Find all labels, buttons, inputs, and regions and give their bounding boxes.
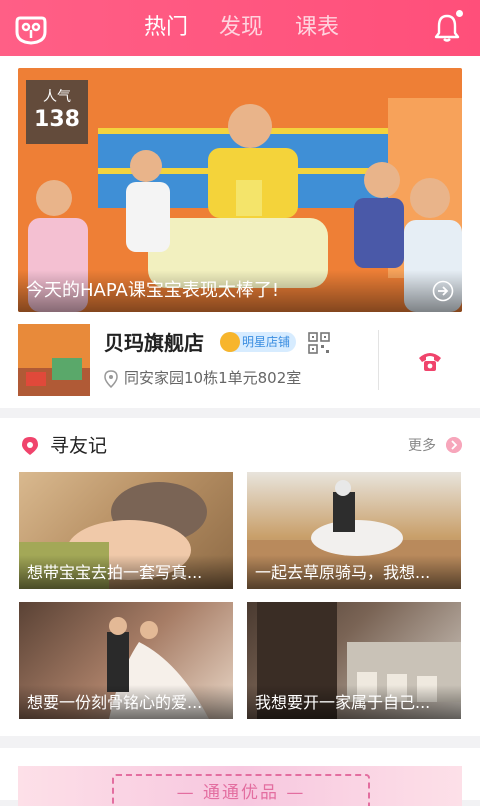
banner-caption: 今天的HAPA课宝宝表现太棒了!	[26, 280, 280, 301]
promo-banner[interactable]: — 通通优品 —	[18, 766, 462, 806]
friend-post-card[interactable]: 我想要开一家属于自己...	[247, 602, 461, 719]
store-address: 同安家园10栋1单元802室	[124, 369, 302, 387]
divider	[378, 330, 379, 390]
popularity-label: 人气	[43, 89, 71, 105]
friends-section: 寻友记 更多 想带宝宝去拍一套写真... 一起去草原骑马，我想... 想要一份刻…	[0, 418, 480, 736]
notification-dot	[456, 10, 463, 17]
more-link[interactable]: 更多	[408, 436, 436, 456]
post-caption: 我想要开一家属于自己...	[255, 693, 431, 712]
phone-icon[interactable]	[416, 348, 444, 374]
promo-section: — 通通优品 —	[0, 748, 480, 806]
post-caption: 想带宝宝去拍一套写真...	[27, 563, 203, 582]
promo-title: — 通通优品 —	[176, 783, 306, 803]
friend-post-card[interactable]: 想要一份刻骨铭心的爱...	[19, 602, 233, 719]
popularity-badge: 人气 138	[26, 80, 88, 144]
banner-caption-bar: 今天的HAPA课宝宝表现太棒了!	[18, 270, 462, 312]
location-pin-icon	[104, 370, 118, 388]
post-caption: 一起去草原骑马，我想...	[255, 563, 431, 582]
tab-schedule[interactable]: 课表	[295, 14, 339, 42]
popularity-value: 138	[34, 107, 80, 132]
location-heart-icon	[22, 437, 38, 455]
store-row[interactable]: 贝玛旗舰店 明星店铺 同安家园10栋1单元802室	[18, 324, 462, 396]
post-caption-bar: 想要一份刻骨铭心的爱...	[19, 685, 233, 719]
store-thumbnail[interactable]	[18, 324, 90, 396]
section-title: 寻友记	[50, 435, 108, 457]
star-icon	[220, 332, 240, 352]
featured-card: 人气 138 今天的HAPA课宝宝表现太棒了! 贝玛旗舰店 明星店铺 同安家园1…	[0, 56, 480, 408]
store-name[interactable]: 贝玛旗舰店	[104, 330, 204, 356]
post-caption-bar: 我想要开一家属于自己...	[247, 685, 461, 719]
post-caption-bar: 一起去草原骑马，我想...	[247, 555, 461, 589]
star-store-badge: 明星店铺	[220, 332, 296, 352]
promo-frame: — 通通优品 —	[112, 774, 370, 806]
friend-post-card[interactable]: 一起去草原骑马，我想...	[247, 472, 461, 589]
tab-discover[interactable]: 发现	[219, 14, 263, 42]
arrow-right-circle-icon[interactable]	[432, 280, 454, 302]
chevron-right-icon[interactable]	[446, 437, 462, 453]
friend-post-card[interactable]: 想带宝宝去拍一套写真...	[19, 472, 233, 589]
top-tabs: 热门 发现 课表	[0, 0, 480, 56]
post-caption: 想要一份刻骨铭心的爱...	[27, 693, 203, 712]
post-caption-bar: 想带宝宝去拍一套写真...	[19, 555, 233, 589]
store-photo	[18, 324, 90, 396]
star-store-badge-text: 明星店铺	[242, 335, 291, 349]
qr-code-icon[interactable]	[308, 332, 330, 354]
featured-banner[interactable]: 人气 138 今天的HAPA课宝宝表现太棒了!	[18, 68, 462, 312]
tab-hot[interactable]: 热门	[144, 14, 188, 42]
app-header: 热门 发现 课表	[0, 0, 480, 56]
